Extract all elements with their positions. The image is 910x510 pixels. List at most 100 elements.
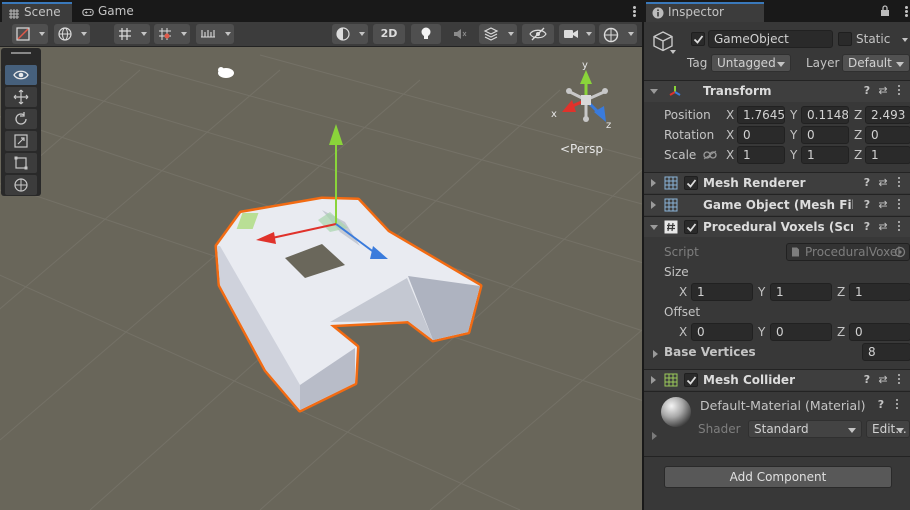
overlay-grip-icon[interactable] <box>11 52 31 54</box>
help-icon[interactable]: ? <box>860 373 874 387</box>
offset-y-field[interactable]: 0 <box>770 323 832 341</box>
active-checkbox[interactable] <box>691 32 705 46</box>
mesh-filter-header[interactable]: Game Object (Mesh Filte ? ⇄ <box>644 194 910 215</box>
rotation-y-field[interactable]: 0 <box>801 126 849 144</box>
ruler-dropdown[interactable] <box>196 24 234 44</box>
mesh-renderer-enabled-checkbox[interactable] <box>684 176 698 190</box>
transform-foldout-icon[interactable] <box>650 89 658 94</box>
layer-dropdown[interactable]: Default <box>842 54 910 72</box>
help-icon[interactable]: ? <box>874 398 888 412</box>
camera-settings-dropdown[interactable] <box>559 24 595 44</box>
add-component-button[interactable]: Add Component <box>664 466 892 488</box>
scene-visibility-toggle[interactable] <box>522 24 554 44</box>
increment-snapping-dropdown[interactable] <box>154 24 190 44</box>
component-menu-icon[interactable] <box>892 176 906 190</box>
presets-icon[interactable]: ⇄ <box>876 198 890 212</box>
shader-edit-button[interactable]: Edit... <box>866 420 910 438</box>
mesh-collider-foldout-icon[interactable] <box>651 376 656 384</box>
scale-y-field[interactable]: 1 <box>801 146 849 164</box>
object-picker-icon[interactable] <box>894 246 906 258</box>
static-dropdown-arrow[interactable] <box>902 38 908 42</box>
orientation-gizmo[interactable]: y x z <box>551 60 611 131</box>
mesh-collider-enabled-checkbox[interactable] <box>684 373 698 387</box>
directional-light-icon[interactable] <box>218 67 234 78</box>
transform-tool-button[interactable] <box>5 175 37 195</box>
effects-dropdown[interactable] <box>479 24 517 44</box>
offset-x-field[interactable]: 0 <box>691 323 753 341</box>
shader-dropdown[interactable]: Standard <box>748 420 862 438</box>
lock-icon[interactable] <box>880 5 890 17</box>
offset-z-field[interactable]: 0 <box>849 323 910 341</box>
mesh-renderer-header[interactable]: Mesh Renderer ? ⇄ <box>644 172 910 193</box>
scene-viewport[interactable]: y x z <box>0 47 642 510</box>
presets-icon[interactable]: ⇄ <box>876 84 890 98</box>
material-menu-icon[interactable] <box>890 398 904 412</box>
rect-tool-button[interactable] <box>5 153 37 173</box>
help-icon[interactable]: ? <box>860 84 874 98</box>
mesh-renderer-foldout-icon[interactable] <box>651 179 656 187</box>
projection-toggle[interactable]: <Persp <box>560 142 603 156</box>
size-z-field[interactable]: 1 <box>849 283 910 301</box>
static-checkbox[interactable] <box>838 32 852 46</box>
lighting-toggle-button[interactable] <box>411 24 441 44</box>
grid-snapping-dropdown[interactable] <box>114 24 150 44</box>
inspector-menu-icon[interactable] <box>905 6 908 18</box>
scale-label: Scale <box>664 148 697 162</box>
position-z-field[interactable]: 2.493 <box>865 106 910 124</box>
audio-toggle-button[interactable] <box>447 24 473 44</box>
material-sphere-icon[interactable] <box>660 396 692 428</box>
rotation-x-field[interactable]: 0 <box>737 126 785 144</box>
scene-3d-render[interactable]: y x z <box>0 47 642 510</box>
procedural-voxels-header[interactable]: Procedural Voxels (Scrip ? ⇄ <box>644 216 910 237</box>
scale-z-field[interactable]: 1 <box>865 146 910 164</box>
scene-tabbar: Scene Game <box>0 0 642 22</box>
material-foldout-icon[interactable] <box>652 432 657 440</box>
scale-x-field[interactable]: 1 <box>737 146 785 164</box>
mesh-collider-header[interactable]: Mesh Collider ? ⇄ <box>644 369 910 390</box>
position-x-field[interactable]: 1.7645 <box>737 106 785 124</box>
base-vertices-foldout-icon[interactable] <box>653 350 658 358</box>
2d-toggle-button[interactable]: 2D <box>373 24 405 44</box>
presets-icon[interactable]: ⇄ <box>876 220 890 234</box>
scale-x-axis: X <box>726 148 735 162</box>
scene-tab-menu-icon[interactable] <box>633 6 636 18</box>
rotate-tool-button[interactable] <box>5 109 37 129</box>
mesh-filter-foldout-icon[interactable] <box>651 201 656 209</box>
rotation-z-field[interactable]: 0 <box>865 126 910 144</box>
procedural-voxels-foldout-icon[interactable] <box>650 225 658 230</box>
lighting-style-dropdown[interactable] <box>332 24 368 44</box>
component-menu-icon[interactable] <box>892 373 906 387</box>
base-vertices-count-field[interactable]: 8 <box>862 343 910 361</box>
procedural-voxels-enabled-checkbox[interactable] <box>684 220 698 234</box>
presets-icon[interactable]: ⇄ <box>876 373 890 387</box>
hidden-eye-icon <box>529 27 547 41</box>
move-tool-button[interactable] <box>5 87 37 107</box>
position-y-field[interactable]: 0.1148 <box>801 106 849 124</box>
help-icon[interactable]: ? <box>860 198 874 212</box>
component-menu-icon[interactable] <box>892 198 906 212</box>
gizmos-dropdown[interactable] <box>599 24 637 44</box>
material-header-icons: ? <box>874 398 906 412</box>
size-y-field[interactable]: 1 <box>770 283 832 301</box>
scale-tool-button[interactable] <box>5 131 37 151</box>
transform-all-icon <box>14 178 28 192</box>
component-menu-icon[interactable] <box>892 84 906 98</box>
presets-icon[interactable]: ⇄ <box>876 176 890 190</box>
object-name-input[interactable]: GameObject <box>708 30 833 48</box>
tab-scene[interactable]: Scene <box>2 2 72 22</box>
view-tool-button[interactable] <box>5 65 37 85</box>
tab-inspector[interactable]: Inspector <box>646 2 764 22</box>
help-icon[interactable]: ? <box>860 176 874 190</box>
component-menu-icon[interactable] <box>892 220 906 234</box>
constrain-proportions-icon[interactable] <box>703 150 717 160</box>
script-file-icon <box>792 247 799 257</box>
size-x-field[interactable]: 1 <box>691 283 753 301</box>
tab-game[interactable]: Game <box>76 2 140 22</box>
scene-visibility-dropdown[interactable] <box>54 24 90 44</box>
draw-mode-dropdown[interactable] <box>12 24 48 44</box>
icon-picker-dropdown[interactable] <box>670 50 676 54</box>
sphere-shading-icon <box>336 27 350 41</box>
tag-dropdown[interactable]: Untagged <box>711 54 791 72</box>
help-icon[interactable]: ? <box>860 220 874 234</box>
transform-header[interactable]: Transform ? ⇄ <box>644 80 910 102</box>
